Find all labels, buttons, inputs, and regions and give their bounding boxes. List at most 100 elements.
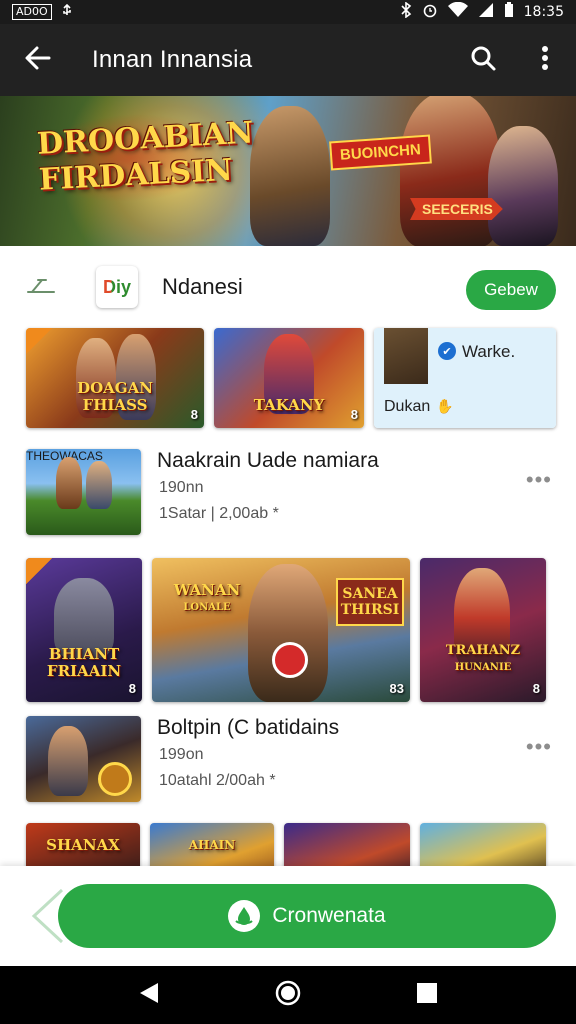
promo-banner[interactable]: DROOABIAN FIRDALSIN BUOINCHN SEECERIS	[0, 96, 576, 246]
nav-recents-icon	[416, 982, 438, 1009]
bluetooth-icon	[400, 1, 412, 22]
thumbnail-count: 83	[389, 681, 404, 696]
share-button[interactable]	[0, 272, 82, 303]
section-header: Diy Ndanesi Gebew	[0, 246, 576, 328]
thumbnail-caption-line: BHIANT	[48, 645, 120, 663]
back-button[interactable]	[0, 24, 76, 96]
thumbnail-caption-line: TAKANY	[253, 396, 325, 414]
game-thumbnail[interactable]: DOAGAN FHIASS 8	[26, 328, 204, 428]
alarm-icon	[422, 2, 438, 22]
list-item[interactable]: THEOWACAS Naakrain Uade namiara 190nn 1S…	[26, 449, 556, 537]
banner-hero-3	[488, 126, 558, 246]
thumbnail-caption: DOAGAN FHIASS	[26, 380, 204, 414]
app-icon-text: Diy	[102, 276, 131, 297]
nav-recents-button[interactable]	[407, 975, 447, 1015]
thumbnail-count: 8	[190, 407, 198, 422]
thumbnail-figure	[86, 461, 112, 509]
drop-icon	[228, 900, 261, 932]
carrier-badge: AD0O	[12, 4, 52, 20]
thumbnail-caption: WANAN LONALE	[162, 582, 252, 616]
battery-icon	[504, 2, 514, 22]
list-item-thumbnail: THEOWACAS	[26, 449, 141, 535]
app-icon[interactable]: Diy	[96, 266, 138, 308]
primary-action-label: Cronwenata	[272, 904, 386, 927]
nav-home-button[interactable]	[268, 975, 308, 1015]
thumbnail-caption-line: TRAHANZ	[445, 643, 521, 658]
banner-tag-2: SEECERIS	[410, 198, 503, 220]
thumbnail-row-1: DOAGAN FHIASS 8 TAKANY 8 ✔ Warke. Dukan …	[26, 328, 556, 428]
share-icon	[26, 272, 56, 303]
list-item[interactable]: Boltpin (C batidains 199on 10atahl 2/00a…	[26, 716, 556, 804]
more-options-button[interactable]	[514, 24, 576, 96]
thumbnail-caption-line: FHIASS	[82, 396, 148, 414]
info-card-body: ✔ Warke. Dukan ✋	[374, 328, 556, 428]
game-thumbnail[interactable]: BHIANT FRIAAIN 8	[26, 558, 142, 702]
thumbnail-caption: AHAIN	[188, 838, 236, 852]
clock: 18:35	[523, 4, 564, 20]
nav-back-button[interactable]	[129, 975, 169, 1015]
info-card-sublabel: Dukan	[384, 398, 431, 415]
side-sign-line: SANEA	[342, 586, 398, 602]
nav-home-icon	[274, 979, 302, 1012]
game-thumbnail[interactable]: TRAHANZ HUNANIE 8	[420, 558, 546, 702]
usb-icon	[60, 3, 74, 21]
list-item-stats: 1Satar | 2,00ab *	[159, 505, 279, 522]
thumbnail-count: 8	[532, 681, 540, 696]
more-horiz-icon[interactable]: •••	[526, 467, 552, 493]
list-item-stats: 10atahl 2/00ah *	[159, 772, 276, 789]
status-bar: AD0O 18:35	[0, 0, 576, 24]
wifi-icon	[447, 1, 468, 22]
game-thumbnail[interactable]: TAKANY 8	[214, 328, 364, 428]
thumbnail-caption: BHIANT FRIAAIN	[26, 646, 142, 680]
more-vert-icon	[541, 44, 549, 77]
system-nav-bar	[0, 966, 576, 1024]
thumbnail-corner-badge	[26, 558, 52, 584]
thumbnail-caption: TAKANY	[214, 397, 364, 414]
thumbnail-caption: TRAHANZ HUNANIE	[420, 642, 546, 676]
thumbnail-caption-line: HUNANIE	[454, 662, 512, 673]
follow-button[interactable]: Gebew	[466, 270, 556, 310]
info-card[interactable]: ✔ Warke. Dukan ✋	[374, 328, 556, 428]
game-thumbnail[interactable]: WANAN LONALE SANEA THIRSI 83	[152, 558, 410, 702]
primary-action-button[interactable]: Cronwenata	[58, 884, 556, 948]
list-item-thumbnail	[26, 716, 141, 802]
thumbnail-caption-line: DOAGAN	[77, 379, 153, 397]
bottom-action-bar: Cronwenata	[0, 866, 576, 966]
back-arrow-icon	[24, 44, 52, 77]
info-card-image	[384, 328, 428, 384]
thumbnail-figure	[48, 726, 88, 796]
list-item-subtitle: 199on	[159, 746, 204, 763]
list-item-title: Boltpin (C batidains	[157, 716, 340, 739]
emblem	[98, 762, 132, 796]
thumbnail-count: 8	[128, 681, 136, 696]
thumbnail-figure	[248, 564, 328, 702]
thumbnail-count: 8	[350, 407, 358, 422]
search-icon	[469, 44, 497, 77]
thumbnail-caption: THEOWACAS	[26, 449, 103, 463]
thumbnail-corner-badge	[26, 328, 52, 354]
page-title: Innan Innansia	[92, 46, 253, 73]
banner-hero-2	[400, 96, 500, 246]
thumbnail-row-2: BHIANT FRIAAIN 8 WANAN LONALE SANEA THIR…	[26, 558, 556, 702]
nav-back-icon	[138, 981, 160, 1010]
side-sign: SANEA THIRSI	[336, 578, 404, 626]
thumbnail-caption-line: FRIAAIN	[46, 662, 122, 680]
app-bar: Innan Innansia	[0, 24, 576, 96]
thumbnail-caption-line: WANAN	[173, 581, 241, 599]
more-horiz-icon[interactable]: •••	[526, 734, 552, 760]
verified-icon: ✔	[438, 342, 456, 360]
info-card-label: Warke.	[462, 342, 516, 361]
list-item-title: Naakrain Uade namiara	[157, 449, 379, 472]
side-sign-line: THIRSI	[340, 602, 400, 618]
thumbnail-figure	[56, 457, 82, 509]
list-item-subtitle: 190nn	[159, 479, 204, 496]
thumbnail-caption-line: LONALE	[183, 602, 231, 613]
app-name: Ndanesi	[162, 274, 243, 299]
banner-logo: DROOABIAN FIRDALSIN	[27, 108, 254, 208]
paddle-prop	[272, 642, 308, 678]
search-button[interactable]	[452, 24, 514, 96]
signal-icon	[478, 2, 494, 22]
banner-hero-1	[250, 106, 330, 246]
thumbnail-caption: SHANAX	[46, 836, 120, 854]
hand-icon: ✋	[436, 398, 454, 414]
